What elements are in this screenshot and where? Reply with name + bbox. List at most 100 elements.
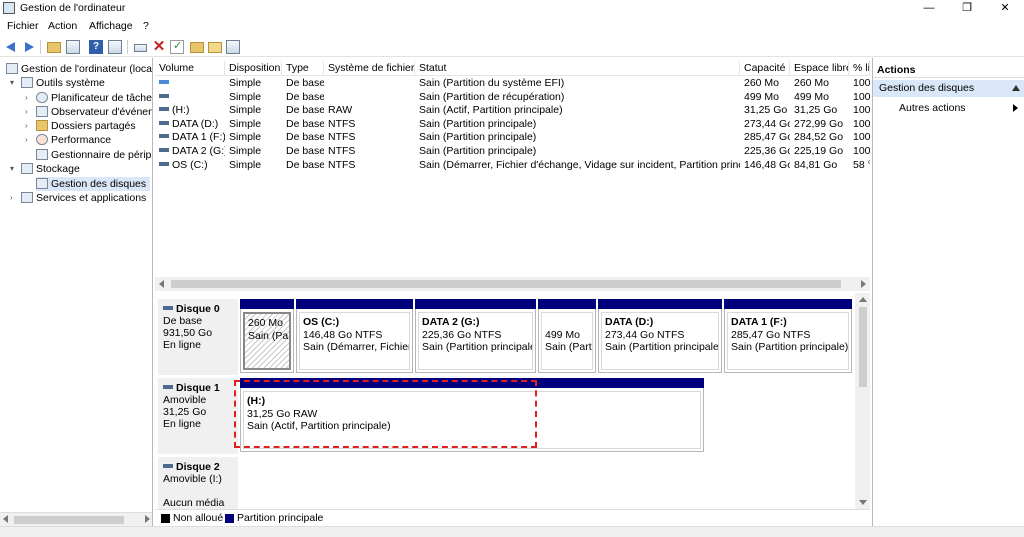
- tree-horizontal-scrollbar[interactable]: [0, 512, 152, 526]
- volume-icon: [159, 134, 169, 139]
- chevron-down-icon[interactable]: ▾: [10, 162, 14, 176]
- volume-icon: [159, 148, 169, 152]
- table-cell: RAW: [328, 104, 353, 117]
- search-folder-icon[interactable]: [208, 42, 222, 53]
- show-hide-tree-icon[interactable]: [66, 40, 80, 54]
- maximize-button[interactable]: ❐: [950, 0, 984, 17]
- table-row[interactable]: DATA 2 (G:) Simple De base NTFS Sain (Partit…: [155, 145, 870, 159]
- open-folder-icon[interactable]: [190, 42, 204, 53]
- minimize-button[interactable]: —: [912, 0, 946, 17]
- disk-management-icon: [36, 178, 48, 189]
- col-type[interactable]: Type: [282, 61, 324, 76]
- title-bar: Gestion de l'ordinateur — ❐ ✕: [0, 0, 1024, 17]
- tools-icon: [21, 77, 33, 88]
- disk-2-status: Aucun média: [163, 497, 225, 509]
- partition-data-d[interactable]: DATA (D:) 273,44 Go NTFS Sain (Partition p…: [598, 299, 722, 373]
- chevron-right-icon[interactable]: ›: [25, 119, 28, 133]
- delete-icon[interactable]: ✕: [152, 39, 166, 54]
- forward-arrow-icon[interactable]: [22, 40, 36, 54]
- toolbar: ? ✕: [0, 37, 1024, 57]
- tree-planificateur[interactable]: › Planificateur de tâches: [25, 91, 152, 105]
- table-cell: 260 Mo: [794, 77, 830, 89]
- table-row[interactable]: (H:) Simple De base RAW Sain (Actif, Partiti…: [155, 104, 870, 118]
- table-row[interactable]: DATA 1 (F:) Simple De base NTFS Sain (Partit…: [155, 131, 870, 145]
- table-cell: Sain (Partition principale): [419, 117, 537, 130]
- tree-stockage[interactable]: ▾ Stockage: [10, 162, 80, 176]
- menu-bar: Fichier Action Affichage ?: [0, 18, 1024, 35]
- table-cell: Simple: [229, 117, 262, 130]
- chevron-right-icon[interactable]: ›: [25, 91, 28, 105]
- table-cell: Sain (Actif, Partition principale): [419, 104, 563, 117]
- storage-icon: [21, 163, 33, 174]
- menu-affichage[interactable]: Affichage: [89, 20, 133, 32]
- partition-os-c[interactable]: OS (C:) 146,48 Go NTFS Sain (Démarrer, Fic…: [296, 299, 413, 373]
- partition-data1-f[interactable]: DATA 1 (F:) 285,47 Go NTFS Sain (Partition…: [724, 299, 852, 373]
- volume-list: Volume Disposition Type Système de fichi…: [155, 61, 870, 294]
- disk-1-name: Disque 1: [163, 382, 233, 394]
- col-statut[interactable]: Statut: [415, 61, 740, 76]
- close-button[interactable]: ✕: [988, 0, 1022, 17]
- connect-icon[interactable]: [134, 44, 147, 52]
- menu-fichier[interactable]: Fichier: [7, 20, 39, 32]
- menu-help[interactable]: ?: [143, 20, 149, 32]
- disk-1-size: 31,25 Go: [163, 406, 207, 418]
- collapse-icon[interactable]: [1012, 85, 1020, 91]
- tree-performance[interactable]: › Performance: [25, 133, 111, 147]
- table-cell: DATA 2 (G:): [155, 145, 225, 159]
- table-cell: Simple: [229, 158, 262, 171]
- autres-actions-item[interactable]: Autres actions: [899, 101, 966, 115]
- disk-view-vertical-scrollbar[interactable]: [855, 293, 870, 509]
- col-espace-libre[interactable]: Espace libre: [790, 61, 849, 76]
- partition-efi[interactable]: 260 MoSain (Parti: [240, 299, 294, 373]
- shared-folder-icon: [36, 120, 48, 131]
- services-icon: [21, 192, 33, 203]
- volume-icon: [159, 107, 169, 112]
- clock-icon: [36, 92, 48, 103]
- chevron-right-icon[interactable]: ›: [25, 105, 28, 119]
- table-cell: OS (C:): [155, 159, 225, 173]
- tree-dossiers-partages[interactable]: › Dossiers partagés: [25, 119, 136, 133]
- disk-0-info[interactable]: Disque 0 De base 931,50 Go En ligne: [158, 299, 238, 375]
- volume-list-horizontal-scrollbar[interactable]: [155, 277, 870, 291]
- up-folder-icon[interactable]: [47, 42, 61, 53]
- chevron-right-icon[interactable]: ›: [10, 191, 13, 205]
- table-cell: 84,81 Go: [794, 158, 838, 171]
- col-capacite[interactable]: Capacité: [740, 61, 790, 76]
- table-cell: 100: [853, 104, 870, 117]
- col-filesystem[interactable]: Système de fichiers: [324, 61, 415, 76]
- volume-icon: [159, 161, 169, 166]
- disk-2-name: Disque 2: [163, 461, 233, 473]
- table-row[interactable]: DATA (D:) Simple De base NTFS Sain (Partitio…: [155, 118, 870, 132]
- actions-section-gestion-disques[interactable]: Gestion des disques: [873, 80, 1024, 97]
- check-icon[interactable]: [170, 39, 184, 54]
- tree-outils-systeme[interactable]: ▾ Outils système: [10, 76, 105, 90]
- tree-services[interactable]: › Services et applications: [10, 191, 146, 205]
- properties-icon[interactable]: [108, 40, 122, 54]
- table-row[interactable]: Simple De base Sain (Partition de récupéra…: [155, 91, 870, 105]
- chevron-down-icon[interactable]: ▾: [10, 76, 14, 90]
- col-pct-libre[interactable]: % li: [849, 61, 870, 76]
- table-cell: 100: [853, 131, 870, 144]
- tree-gestionnaire-peripheriques[interactable]: Gestionnaire de périphé: [36, 148, 152, 162]
- col-volume[interactable]: Volume: [155, 61, 225, 76]
- back-arrow-icon[interactable]: [4, 40, 18, 54]
- table-row[interactable]: OS (C:) Simple De base NTFS Sain (Démarrer, …: [155, 159, 870, 173]
- disk-1-type: Amovible: [163, 394, 207, 406]
- disk-2-info[interactable]: Disque 2 Amovible (I:) Aucun média: [158, 457, 238, 509]
- window-title: Gestion de l'ordinateur: [20, 2, 126, 14]
- disk-0-size: 931,50 Go: [163, 327, 213, 339]
- help-icon[interactable]: ?: [89, 40, 103, 54]
- view-icon[interactable]: [226, 40, 240, 54]
- tree-observateur[interactable]: › Observateur d'événeme: [25, 105, 152, 119]
- partition-data2-g[interactable]: DATA 2 (G:) 225,36 Go NTFS Sain (Partition…: [415, 299, 536, 373]
- tree-root[interactable]: Gestion de l'ordinateur (local): [6, 62, 152, 76]
- table-cell: 260 Mo: [744, 77, 780, 89]
- chevron-right-icon[interactable]: ›: [25, 133, 28, 147]
- disk-1-info[interactable]: Disque 1 Amovible 31,25 Go En ligne: [158, 378, 238, 454]
- tree-gestion-disques[interactable]: Gestion des disques: [36, 177, 151, 191]
- partition-recovery[interactable]: 499 MoSain (Partiti: [538, 299, 596, 373]
- col-disposition[interactable]: Disposition: [225, 61, 282, 76]
- submenu-arrow-icon[interactable]: [1013, 104, 1018, 112]
- menu-action[interactable]: Action: [48, 20, 77, 32]
- table-row[interactable]: Simple De base Sain (Partition du système …: [155, 77, 870, 91]
